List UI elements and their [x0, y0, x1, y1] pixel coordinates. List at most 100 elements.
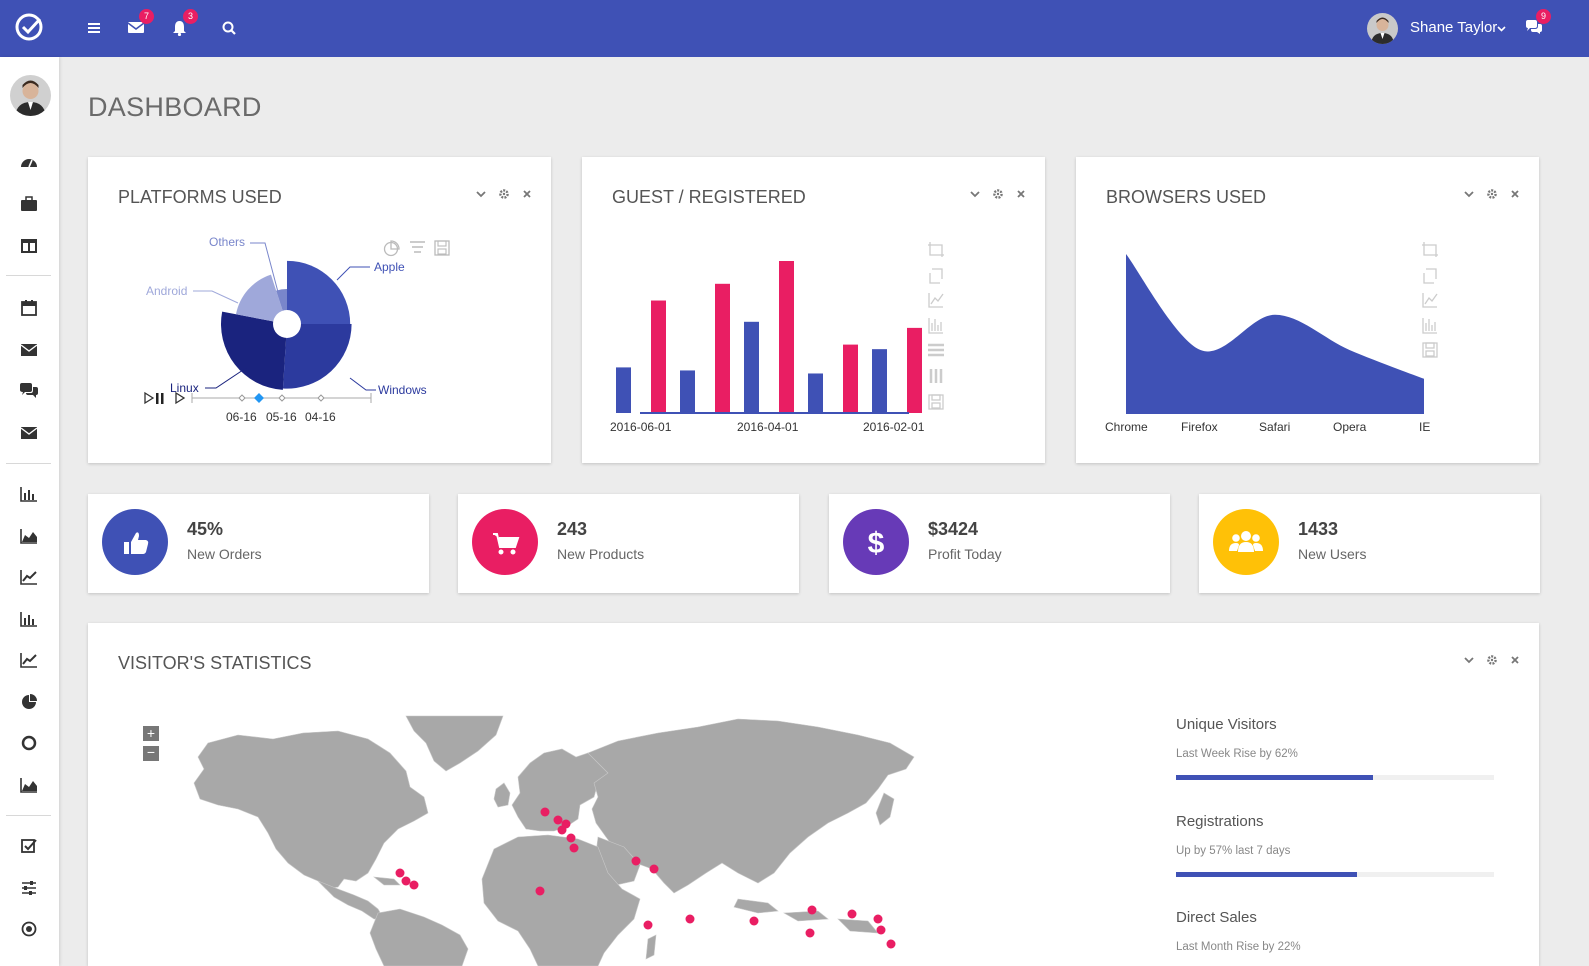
stat-label: Profit Today [928, 546, 1002, 562]
envelope-icon[interactable] [19, 424, 39, 442]
sliders-icon[interactable] [19, 879, 39, 897]
user-avatar[interactable] [1367, 13, 1398, 44]
funnel-icon[interactable] [410, 241, 425, 253]
stat-icon-circle [102, 509, 168, 575]
bar-pink[interactable] [779, 261, 794, 413]
map-marker[interactable] [643, 920, 653, 930]
zoom-reset-icon[interactable] [1423, 268, 1437, 284]
chat-bubbles-icon[interactable] [19, 382, 39, 400]
map-marker[interactable] [873, 914, 883, 924]
map-marker[interactable] [886, 939, 896, 949]
line-chart-icon[interactable] [19, 568, 39, 586]
visitors-item-subtitle: Up by 57% last 7 days [1176, 845, 1291, 857]
map-marker[interactable] [566, 833, 576, 843]
bar-pink[interactable] [715, 283, 730, 413]
pie-chart-icon[interactable] [19, 693, 39, 711]
envelope-icon[interactable] [19, 341, 39, 359]
close-icon[interactable] [1509, 654, 1521, 666]
map-marker[interactable] [557, 825, 567, 835]
calendar-icon[interactable] [19, 299, 39, 317]
bar-pink[interactable] [843, 344, 858, 413]
area-chart-icon[interactable] [19, 776, 39, 794]
bar-pink[interactable] [907, 327, 922, 413]
bar-switch-icon[interactable] [928, 318, 943, 334]
map-marker[interactable] [401, 876, 411, 886]
target-circle-icon[interactable] [19, 920, 39, 938]
donut-chart-icon[interactable] [19, 734, 39, 752]
dashboard-gauge-icon[interactable] [19, 154, 39, 172]
gear-icon[interactable] [1486, 654, 1498, 666]
save-icon[interactable] [1422, 342, 1438, 358]
map-marker[interactable] [805, 928, 815, 938]
save-icon[interactable] [434, 240, 450, 256]
collapse-chevron-icon[interactable] [1463, 654, 1475, 666]
map-marker[interactable] [631, 856, 641, 866]
menu-icon[interactable] [86, 18, 108, 38]
bar-blue[interactable] [680, 370, 695, 413]
stat-label: New Orders [187, 546, 262, 562]
mail-badge: 7 [139, 9, 154, 24]
timeline-point[interactable] [317, 394, 325, 402]
map-marker[interactable] [807, 905, 817, 915]
search-icon[interactable] [221, 18, 243, 38]
zoom-icon[interactable] [1422, 242, 1438, 257]
map-marker[interactable] [409, 880, 419, 890]
world-map[interactable] [178, 713, 938, 966]
bar-chart-icon[interactable] [19, 485, 39, 503]
save-icon[interactable] [928, 394, 944, 410]
map-marker[interactable] [540, 807, 550, 817]
briefcase-icon[interactable] [19, 195, 39, 213]
pause-icon[interactable] [161, 393, 164, 404]
sidebar-avatar[interactable] [10, 75, 51, 116]
map-marker[interactable] [553, 815, 563, 825]
map-zoom-out-button[interactable]: − [143, 745, 159, 761]
continents [193, 715, 915, 966]
zoom-reset-icon[interactable] [929, 268, 943, 284]
leader-linux [205, 367, 247, 389]
map-marker[interactable] [569, 843, 579, 853]
zoom-icon[interactable] [928, 242, 944, 257]
user-name[interactable]: Shane Taylor [1410, 19, 1497, 36]
line-switch-icon[interactable] [928, 293, 944, 308]
tiled-icon[interactable] [929, 369, 943, 383]
bar-blue[interactable] [616, 367, 631, 413]
timeline-current-point[interactable] [254, 393, 264, 403]
label-linux: Linux [170, 381, 199, 395]
leader-apple [336, 266, 370, 281]
bar-switch-icon[interactable] [1422, 318, 1437, 334]
logo-check-icon[interactable] [14, 12, 44, 42]
mail-button[interactable]: 7 [128, 9, 154, 38]
map-zoom-in-button[interactable]: + [143, 726, 159, 741]
bar-blue[interactable] [808, 373, 823, 413]
notifications-button[interactable]: 3 [172, 9, 198, 38]
bar-pink[interactable] [651, 300, 666, 413]
map-marker[interactable] [535, 886, 545, 896]
timeline-point[interactable] [278, 394, 286, 402]
label-apple: Apple [374, 260, 405, 274]
stat-new-orders: 45% New Orders [88, 494, 429, 593]
bar-blue[interactable] [872, 349, 887, 413]
visitors-progress-track [1176, 775, 1494, 780]
map-marker[interactable] [649, 864, 659, 874]
bar-chart-icon[interactable] [19, 610, 39, 628]
area-series[interactable] [1126, 254, 1424, 414]
chevron-down-icon[interactable] [1497, 24, 1506, 33]
map-marker[interactable] [395, 868, 405, 878]
stack-icon[interactable] [928, 343, 944, 357]
line-switch-icon[interactable] [1422, 293, 1438, 308]
bar-blue[interactable] [744, 321, 759, 413]
map-marker[interactable] [876, 925, 886, 935]
line-chart-icon[interactable] [19, 651, 39, 669]
pie-chart-icon[interactable] [383, 240, 400, 257]
pause-icon[interactable] [156, 393, 159, 404]
check-square-icon[interactable] [19, 837, 39, 855]
timeline-point[interactable] [238, 394, 246, 402]
platforms-pie-chart: Apple Windows Linux Android Others 06-16… [144, 235, 450, 424]
map-marker[interactable] [847, 909, 857, 919]
columns-icon[interactable] [19, 237, 39, 255]
area-chart-icon[interactable] [19, 527, 39, 545]
map-marker[interactable] [685, 914, 695, 924]
prev-icon[interactable] [144, 391, 155, 405]
chat-button[interactable]: 9 [1525, 9, 1551, 38]
map-marker[interactable] [749, 916, 759, 926]
